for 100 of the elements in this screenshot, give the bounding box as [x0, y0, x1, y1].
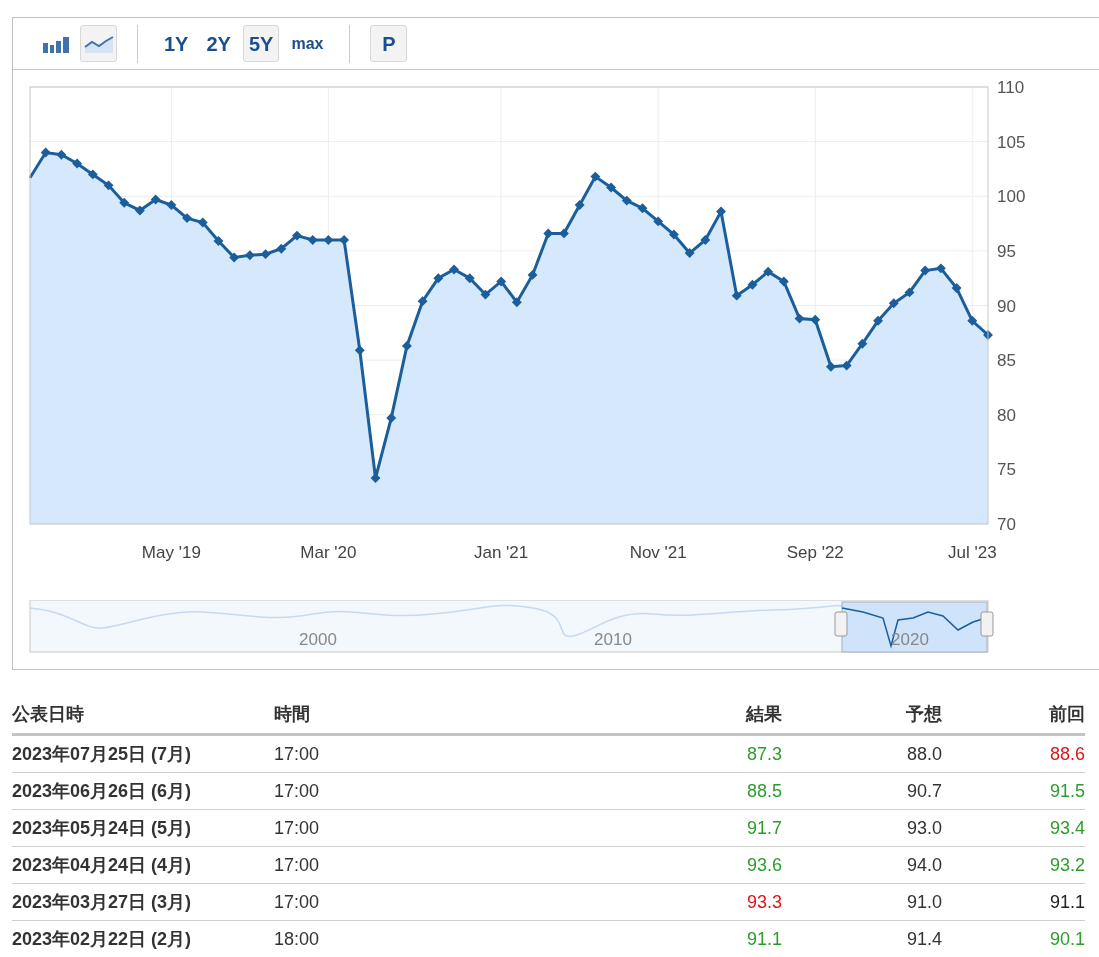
actual-cell-text: 91.7: [745, 816, 782, 840]
column-header: 結果: [744, 703, 782, 726]
data-point: [197, 217, 208, 228]
x-axis-label: Sep '22: [786, 543, 844, 562]
data-point: [527, 269, 538, 280]
chart-type-button[interactable]: [80, 25, 117, 62]
time-cell-text: 18:00: [274, 927, 321, 951]
data-point: [40, 147, 51, 158]
data-point: [700, 235, 711, 245]
data-point: [778, 276, 789, 287]
data-point: [841, 360, 852, 371]
time-cell-text: 17:00: [274, 779, 321, 803]
previous-cell-text: 88.6: [1048, 742, 1085, 766]
range-button[interactable]: 2Y: [200, 25, 237, 62]
release-date-cell-text: 2023年02月22日 (2月): [12, 927, 193, 951]
data-point: [323, 235, 334, 245]
data-point: [370, 473, 381, 484]
data-point: [668, 229, 679, 240]
data-point: [401, 340, 412, 351]
column-header: 公表日時: [12, 703, 85, 726]
area-chart-icon: [83, 33, 114, 54]
data-point: [386, 413, 397, 423]
data-point: [244, 250, 255, 261]
time-cell-text: 17:00: [274, 853, 321, 877]
data-point: [292, 230, 302, 241]
previous-cell-text: 93.2: [1048, 853, 1085, 877]
release-date-cell-text: 2023年04月24日 (4月): [12, 853, 193, 877]
data-point: [354, 345, 365, 356]
y-axis-label: 90: [997, 296, 1016, 316]
data-point: [904, 287, 915, 298]
x-axis-label: Jan '21: [474, 543, 529, 562]
actual-cell-text: 91.1: [745, 927, 782, 951]
data-point: [621, 195, 632, 206]
actual-cell-text: 87.3: [745, 742, 782, 766]
actual-cell-text: 93.3: [745, 890, 782, 914]
forecast-cell-text: 94.0: [905, 853, 942, 877]
y-axis-label: 80: [997, 405, 1016, 425]
data-point: [794, 313, 805, 324]
actual-cell-text: 88.5: [745, 779, 782, 803]
y-axis-label: 105: [997, 132, 1026, 152]
column-header: 時間: [274, 703, 311, 726]
time-cell-text: 17:00: [274, 742, 321, 766]
data-point: [182, 213, 192, 224]
y-axis-label: 100: [997, 187, 1026, 207]
data-point: [763, 266, 774, 277]
data-point: [72, 158, 83, 169]
previous-cell-text: 93.4: [1048, 816, 1085, 840]
data-point: [684, 248, 695, 258]
forecast-cell-text: 90.7: [905, 779, 942, 803]
data-point: [590, 171, 601, 182]
data-point: [637, 203, 648, 214]
x-axis-label: Mar '20: [300, 543, 357, 562]
column-header: 前回: [1048, 703, 1085, 726]
release-date-cell-text: 2023年06月26日 (6月): [12, 779, 193, 803]
column-header: 予想: [905, 703, 942, 726]
data-point: [983, 330, 993, 340]
data-point: [967, 315, 978, 326]
y-axis-label: 110: [997, 78, 1025, 97]
range-button[interactable]: 5Y: [242, 25, 280, 62]
bar-chart-icon: [41, 34, 70, 53]
previous-cell-text: 91.5: [1048, 779, 1085, 803]
p-button[interactable]: P: [370, 25, 408, 62]
data-point: [229, 252, 240, 263]
data-point: [56, 149, 67, 160]
data-point: [826, 361, 836, 372]
data-point: [150, 194, 161, 205]
forecast-cell-text: 91.4: [905, 927, 942, 951]
data-point: [731, 290, 742, 301]
data-point: [747, 279, 758, 290]
range-button[interactable]: 1Y: [158, 25, 195, 62]
data-point: [433, 273, 444, 284]
y-axis-label: 70: [997, 515, 1016, 534]
data-point: [119, 197, 130, 208]
navigator-year-label: 2020: [891, 630, 929, 649]
y-axis-label: 85: [997, 351, 1016, 371]
data-point: [606, 182, 617, 193]
y-axis-label: 75: [997, 460, 1016, 480]
x-axis-label: Nov '21: [629, 543, 687, 562]
data-point: [888, 298, 899, 309]
data-point: [935, 263, 946, 274]
data-point: [480, 289, 491, 300]
x-axis-label: May '19: [141, 543, 201, 562]
data-point: [449, 264, 459, 275]
navigator-year-label: 2000: [299, 630, 337, 649]
data-point: [951, 283, 962, 293]
release-date-cell-text: 2023年05月24日 (5月): [12, 816, 193, 840]
data-point: [543, 228, 554, 239]
data-point: [307, 235, 318, 245]
data-point: [103, 180, 114, 191]
range-button[interactable]: max: [285, 25, 330, 62]
data-point: [87, 169, 98, 180]
data-point: [873, 315, 883, 326]
data-point: [464, 273, 475, 284]
release-date-cell-text: 2023年07月25日 (7月): [12, 742, 193, 766]
data-point: [260, 249, 271, 260]
data-point: [716, 206, 726, 217]
navigator-year-label: 2010: [594, 630, 632, 649]
forecast-cell-text: 93.0: [905, 816, 942, 840]
data-point: [559, 228, 569, 239]
forecast-cell-text: 88.0: [905, 742, 942, 766]
